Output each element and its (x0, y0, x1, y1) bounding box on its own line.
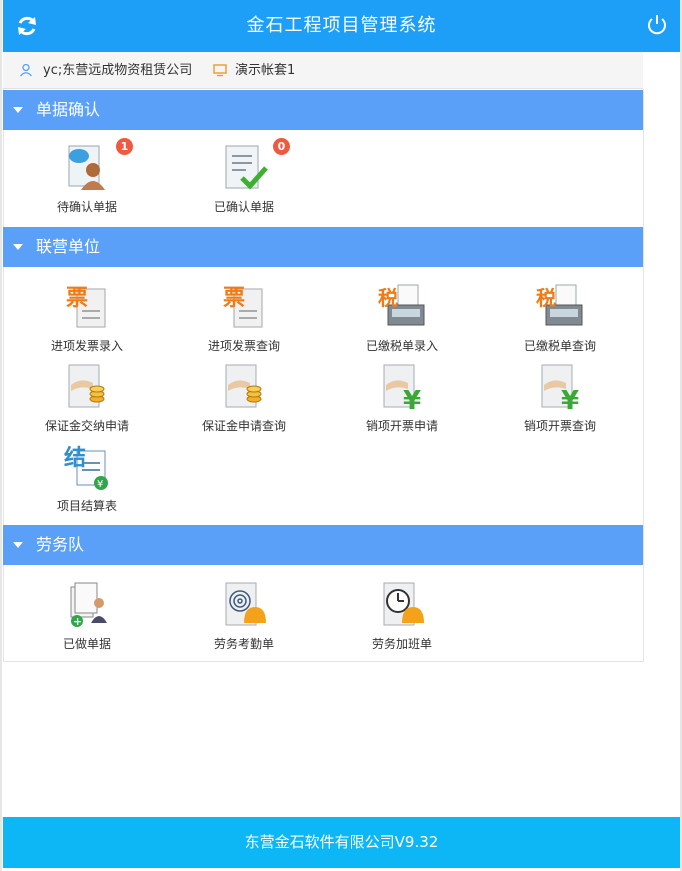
tile-labor-overtime[interactable]: 劳务加班单 (332, 579, 472, 653)
section-title: 联营单位 (36, 237, 101, 256)
caret-down-icon (13, 244, 23, 250)
tax-glyph: 税 (536, 286, 556, 310)
tile-label: 已缴税单录入 (365, 339, 438, 353)
clock-overtime-icon (383, 582, 424, 626)
account-set-label: 演示帐套1 (235, 63, 296, 78)
section-header-document-confirm[interactable]: 单据确认 (3, 90, 643, 130)
monitor-icon (213, 64, 227, 77)
tile-label: 已缴税单查询 (523, 339, 596, 353)
tile-label: 销项开票查询 (523, 419, 596, 433)
pending-count-badge: 1 (116, 138, 133, 155)
tile-confirmed-documents[interactable]: 0 已确认单据 (174, 138, 314, 216)
tax-register-icon: 税 (378, 284, 425, 326)
yen-invoice-icon: ¥ (383, 364, 421, 411)
tile-label: 已确认单据 (213, 200, 274, 214)
section-header-labor-team[interactable]: 劳务队 (3, 525, 643, 565)
user-icon (20, 63, 32, 77)
user-company-label: yc;东营远成物资租赁公司 (43, 63, 193, 78)
invoice-glyph: 票 (66, 286, 88, 311)
worker-documents-icon: + (70, 582, 107, 628)
tile-output-invoice-apply[interactable]: ¥ 销项开票申请 (332, 361, 472, 435)
tile-project-settlement[interactable]: ¥ 结 项目结算表 (17, 441, 157, 515)
tile-labor-attendance[interactable]: 劳务考勤单 (174, 579, 314, 653)
tile-label: 项目结算表 (56, 499, 117, 513)
caret-down-icon (13, 542, 23, 548)
top-bar: 金石工程项目管理系统 (3, 0, 680, 52)
tax-glyph: 税 (378, 286, 398, 310)
svg-text:+: + (73, 615, 82, 628)
confirmed-count-badge: 0 (273, 138, 290, 155)
tile-label: 已做单据 (62, 637, 111, 651)
tile-pending-documents[interactable]: 1 待确认单据 (17, 138, 157, 216)
tile-label: 劳务考勤单 (213, 637, 274, 651)
caret-down-icon (13, 107, 23, 113)
tile-label: 销项开票申请 (365, 419, 438, 433)
tile-label: 劳务加班单 (371, 637, 432, 651)
invoice-icon: 票 (223, 286, 263, 328)
app-title: 金石工程项目管理系统 (246, 15, 437, 36)
tile-tax-paid-entry[interactable]: 税 已缴税单录入 (332, 281, 472, 355)
tile-tax-paid-query[interactable]: 税 已缴税单查询 (490, 281, 630, 355)
section-title: 单据确认 (36, 100, 101, 119)
yen-invoice-icon: ¥ (541, 364, 579, 411)
deposit-coins-icon (225, 364, 262, 408)
svg-text:¥: ¥ (97, 479, 103, 490)
confirmed-documents-icon (225, 145, 268, 190)
settlement-glyph: 结 (64, 445, 86, 471)
section-header-joint-units[interactable]: 联营单位 (3, 227, 643, 267)
tile-label: 保证金交纳申请 (44, 419, 129, 433)
tax-register-icon: 税 (536, 284, 583, 326)
fingerprint-attendance-icon (225, 582, 266, 626)
invoice-glyph: 票 (223, 286, 245, 311)
tile-deposit-query[interactable]: 保证金申请查询 (174, 361, 314, 435)
tile-label: 进项发票查询 (207, 339, 280, 353)
tile-input-invoice-query[interactable]: 票 进项发票查询 (174, 281, 314, 355)
pending-documents-icon (68, 145, 105, 190)
tile-label: 保证金申请查询 (201, 419, 286, 433)
tile-output-invoice-query[interactable]: ¥ 销项开票查询 (490, 361, 630, 435)
tile-input-invoice-entry[interactable]: 票 进项发票录入 (17, 281, 157, 355)
tile-label: 进项发票录入 (50, 339, 123, 353)
tile-completed-documents[interactable]: + 已做单据 (17, 579, 157, 653)
svg-text:¥: ¥ (403, 386, 421, 411)
footer-bar: 东营金石软件有限公司V9.32 (3, 817, 680, 868)
section-title: 劳务队 (36, 535, 85, 554)
deposit-coins-icon (68, 364, 105, 408)
svg-text:¥: ¥ (561, 386, 579, 411)
settlement-icon: ¥ 结 (64, 445, 108, 490)
tile-label: 待确认单据 (56, 200, 117, 214)
invoice-icon: 票 (66, 286, 106, 328)
power-icon[interactable] (646, 14, 668, 36)
user-info-bar: yc;东营远成物资租赁公司 演示帐套1 (3, 52, 643, 89)
tile-deposit-apply[interactable]: 保证金交纳申请 (17, 361, 157, 435)
